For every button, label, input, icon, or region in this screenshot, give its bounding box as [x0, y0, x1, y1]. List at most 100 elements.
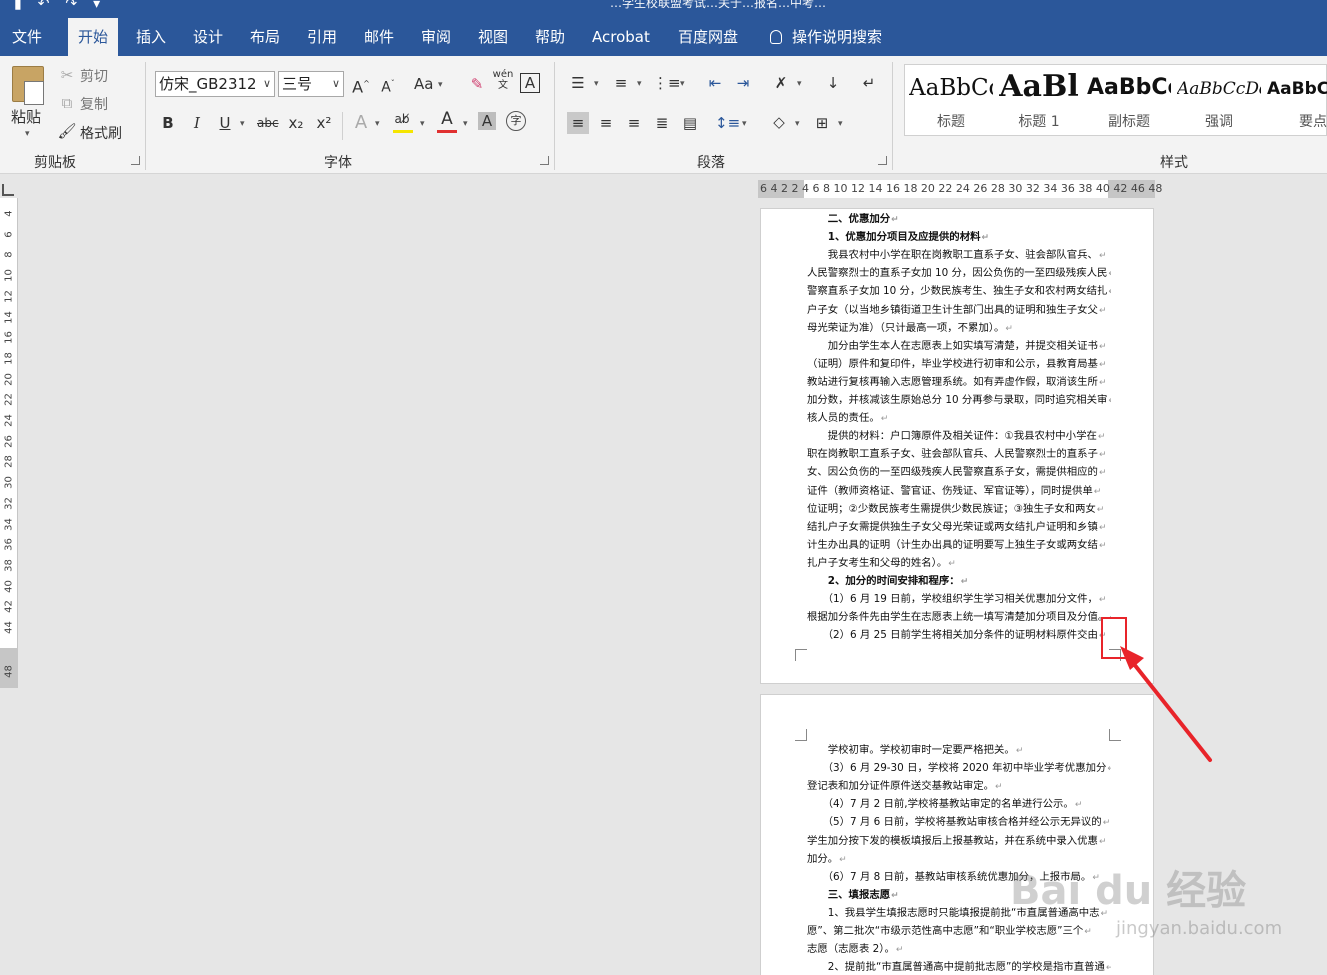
font-launcher-icon[interactable]	[540, 156, 549, 165]
chevron-down-icon[interactable]: ∨	[263, 72, 271, 96]
multilevel-dropdown-icon[interactable]: ▾	[680, 79, 685, 89]
tab-layout[interactable]: 布局	[240, 18, 290, 56]
shrink-font-icon[interactable]: Aˇ	[377, 73, 399, 96]
document-line[interactable]: 登记表和加分证件原件送交基教站审定。↵	[807, 777, 1111, 796]
document-line[interactable]: （证明）原件和复印件，毕业学校进行初审和公示，县教育局基↵	[807, 355, 1111, 374]
tab-view[interactable]: 视图	[468, 18, 518, 56]
font-size-combo[interactable]: 三号 ∨	[278, 71, 344, 97]
highlight-dropdown-icon[interactable]: ▾	[420, 119, 425, 129]
paragraph-launcher-icon[interactable]	[878, 156, 887, 165]
tell-me-search[interactable]: 操作说明搜索	[760, 18, 892, 56]
bullets-icon[interactable]: ☰	[567, 72, 589, 94]
document-line[interactable]: 母光荣证为准）（只计最高一项，不累加）。↵	[807, 319, 1111, 338]
document-line[interactable]: 根据加分条件先由学生在志愿表上统一填写清楚加分项目及分值。↵	[807, 608, 1111, 627]
paste-icon[interactable]	[12, 66, 44, 105]
document-line[interactable]: 提供的材料：户口簿原件及相关证件：①我县农村中小学在↵	[807, 427, 1111, 446]
document-line[interactable]: 加分数，并核减该生原始总分 10 分再参与录取，同时追究相关审↵	[807, 391, 1111, 410]
font-color-dropdown-icon[interactable]: ▾	[463, 119, 468, 129]
numbering-dropdown-icon[interactable]: ▾	[637, 79, 642, 89]
grow-font-icon[interactable]: A^	[350, 73, 372, 96]
tab-file[interactable]: 文件	[2, 18, 52, 56]
align-center-icon[interactable]: ≡	[595, 112, 617, 134]
document-line[interactable]: 证件（教师资格证、警官证、伤残证、军官证等），同时提供单↵	[807, 482, 1111, 501]
document-line[interactable]: 扎户子女考生和父母的姓名）。↵	[807, 554, 1111, 573]
subscript-button[interactable]: x₂	[285, 112, 307, 134]
document-line[interactable]: 愿”、第二批次“市级示范性高中志愿”和“职业学校志愿”三个↵	[807, 922, 1111, 941]
bullets-dropdown-icon[interactable]: ▾	[594, 79, 599, 89]
underline-button[interactable]: U	[214, 112, 236, 134]
document-line[interactable]: 警察直系子女加 10 分，少数民族考生、独生子女和农村两女结扎↵	[807, 282, 1111, 301]
document-line[interactable]: 1、优惠加分项目及应提供的材料↵	[807, 228, 1111, 247]
enclose-characters-icon[interactable]: 字	[506, 111, 526, 131]
align-left-icon[interactable]: ≡	[567, 112, 589, 134]
document-line[interactable]: 教站进行复核再输入志愿管理系统。如有弄虚作假，取消该生所↵	[807, 373, 1111, 392]
document-line[interactable]: （2）6 月 25 日前学生将相关加分条件的证明材料原件交由↵	[807, 626, 1111, 645]
italic-button[interactable]: I	[186, 112, 208, 134]
style-sample-subtitle[interactable]: AaBbCc	[1087, 75, 1171, 100]
style-sample-heading1[interactable]: AaBl	[997, 69, 1081, 104]
shading-dropdown-icon[interactable]: ▾	[795, 119, 800, 129]
borders-icon[interactable]: ⊞	[811, 112, 833, 134]
font-color-icon[interactable]: A	[436, 108, 458, 130]
document-line[interactable]: 人民警察烈士的直系子女加 10 分，因公负伤的一至四级残疾人民↵	[807, 264, 1111, 283]
clipboard-launcher-icon[interactable]	[131, 156, 140, 165]
copy-button[interactable]: 复制	[80, 94, 108, 114]
document-line[interactable]: 职在岗教职工直系子女、驻会部队官兵、人民警察烈士的直系子↵	[807, 445, 1111, 464]
document-line[interactable]: 2、加分的时间安排和程序：↵	[807, 572, 1111, 591]
tab-acrobat[interactable]: Acrobat	[582, 18, 660, 56]
distributed-icon[interactable]: ▤	[679, 112, 701, 134]
phonetic-guide-icon[interactable]: wén 文	[492, 69, 514, 91]
document-line[interactable]: 核人员的责任。↵	[807, 409, 1111, 428]
tab-references[interactable]: 引用	[297, 18, 347, 56]
document-line[interactable]: 学生加分按下发的模板填报后上报基教站，并在系统中录入优惠↵	[807, 832, 1111, 851]
tab-insert[interactable]: 插入	[126, 18, 176, 56]
document-line[interactable]: （3）6 月 29-30 日，学校将 2020 年初中毕业学考优惠加分↵	[807, 759, 1111, 778]
document-line[interactable]: 结扎户子女需提供独生子女父母光荣证或两女结扎户证明和乡镇↵	[807, 518, 1111, 537]
increase-indent-icon[interactable]: ⇥	[732, 72, 754, 94]
superscript-button[interactable]: x²	[313, 112, 335, 134]
document-line[interactable]: （4）7 月 2 日前,学校将基教站审定的名单进行公示。↵	[807, 795, 1111, 814]
underline-dropdown-icon[interactable]: ▾	[240, 119, 245, 129]
justify-icon[interactable]: ≣	[651, 112, 673, 134]
format-painter-icon[interactable]: 🖌	[56, 120, 78, 142]
strikethrough-button[interactable]: abc	[257, 116, 279, 130]
sort-icon[interactable]: ↓	[822, 72, 844, 94]
document-line[interactable]: （5）7 月 6 日前，学校将基教站审核合格并经公示无异议的↵	[807, 813, 1111, 832]
document-line[interactable]: 我县农村中小学在职在岗教职工直系子女、驻会部队官兵、↵	[807, 246, 1111, 265]
tab-mailings[interactable]: 邮件	[354, 18, 404, 56]
tab-review[interactable]: 审阅	[411, 18, 461, 56]
paste-dropdown-icon[interactable]: ▾	[25, 129, 30, 139]
style-sample-emphasis[interactable]: AaBbCcDd	[1177, 79, 1261, 99]
document-line[interactable]: 二、优惠加分↵	[807, 210, 1111, 229]
document-line[interactable]: 女、因公负伤的一至四级残疾人民警察直系子女，需提供相应的↵	[807, 463, 1111, 482]
document-line[interactable]: 位证明；②少数民族考生需提供少数民族证；③独生子女和两女↵	[807, 500, 1111, 519]
font-name-combo[interactable]: 仿宋_GB2312 ∨	[155, 71, 275, 97]
borders-dropdown-icon[interactable]: ▾	[838, 119, 843, 129]
copy-icon[interactable]: ⧉	[56, 92, 78, 114]
align-right-icon[interactable]: ≡	[623, 112, 645, 134]
text-effects-dropdown-icon[interactable]: ▾	[375, 119, 380, 129]
document-page-1[interactable]: 二、优惠加分↵ 1、优惠加分项目及应提供的材料↵ 我县农村中小学在职在岗教职工直…	[760, 208, 1154, 684]
line-spacing-icon[interactable]: ↕≡	[715, 112, 740, 134]
character-shading-icon[interactable]: A	[478, 112, 496, 130]
document-line[interactable]: 2、提前批“市直属普通高中提前批志愿”的学校是指市直普通↵	[807, 958, 1111, 975]
change-case-dropdown-icon[interactable]: ▾	[438, 80, 443, 90]
text-effects-icon[interactable]: A	[350, 112, 372, 134]
character-border-icon[interactable]: A	[520, 73, 540, 93]
numbering-icon[interactable]: ≡	[610, 72, 632, 94]
chinese-layout-icon[interactable]: ✗	[770, 72, 792, 94]
style-sample-strong[interactable]: AaBbCcDd	[1267, 79, 1327, 99]
tab-help[interactable]: 帮助	[525, 18, 575, 56]
change-case-button[interactable]: Aa	[414, 75, 433, 93]
vertical-ruler[interactable]: 4 6 8 10 12 14 16 18 20 22 24 26 28 30 32 34 36 38 40 42 44 4…	[0, 198, 18, 688]
tab-selector-icon[interactable]	[2, 184, 14, 196]
quick-access-toolbar[interactable]: ▮↶↷▾	[14, 0, 116, 12]
decrease-indent-icon[interactable]: ⇤	[704, 72, 726, 94]
line-spacing-dropdown-icon[interactable]: ▾	[742, 119, 747, 129]
chinese-layout-dropdown-icon[interactable]: ▾	[797, 79, 802, 89]
document-line[interactable]: 计生办出具的证明（计生办出具的证明要写上独生子女或两女结↵	[807, 536, 1111, 555]
chevron-down-icon[interactable]: ∨	[332, 72, 340, 96]
multilevel-list-icon[interactable]: ⋮≡	[653, 72, 681, 94]
tab-home[interactable]: 开始	[68, 18, 119, 56]
format-painter-button[interactable]: 格式刷	[80, 123, 122, 143]
